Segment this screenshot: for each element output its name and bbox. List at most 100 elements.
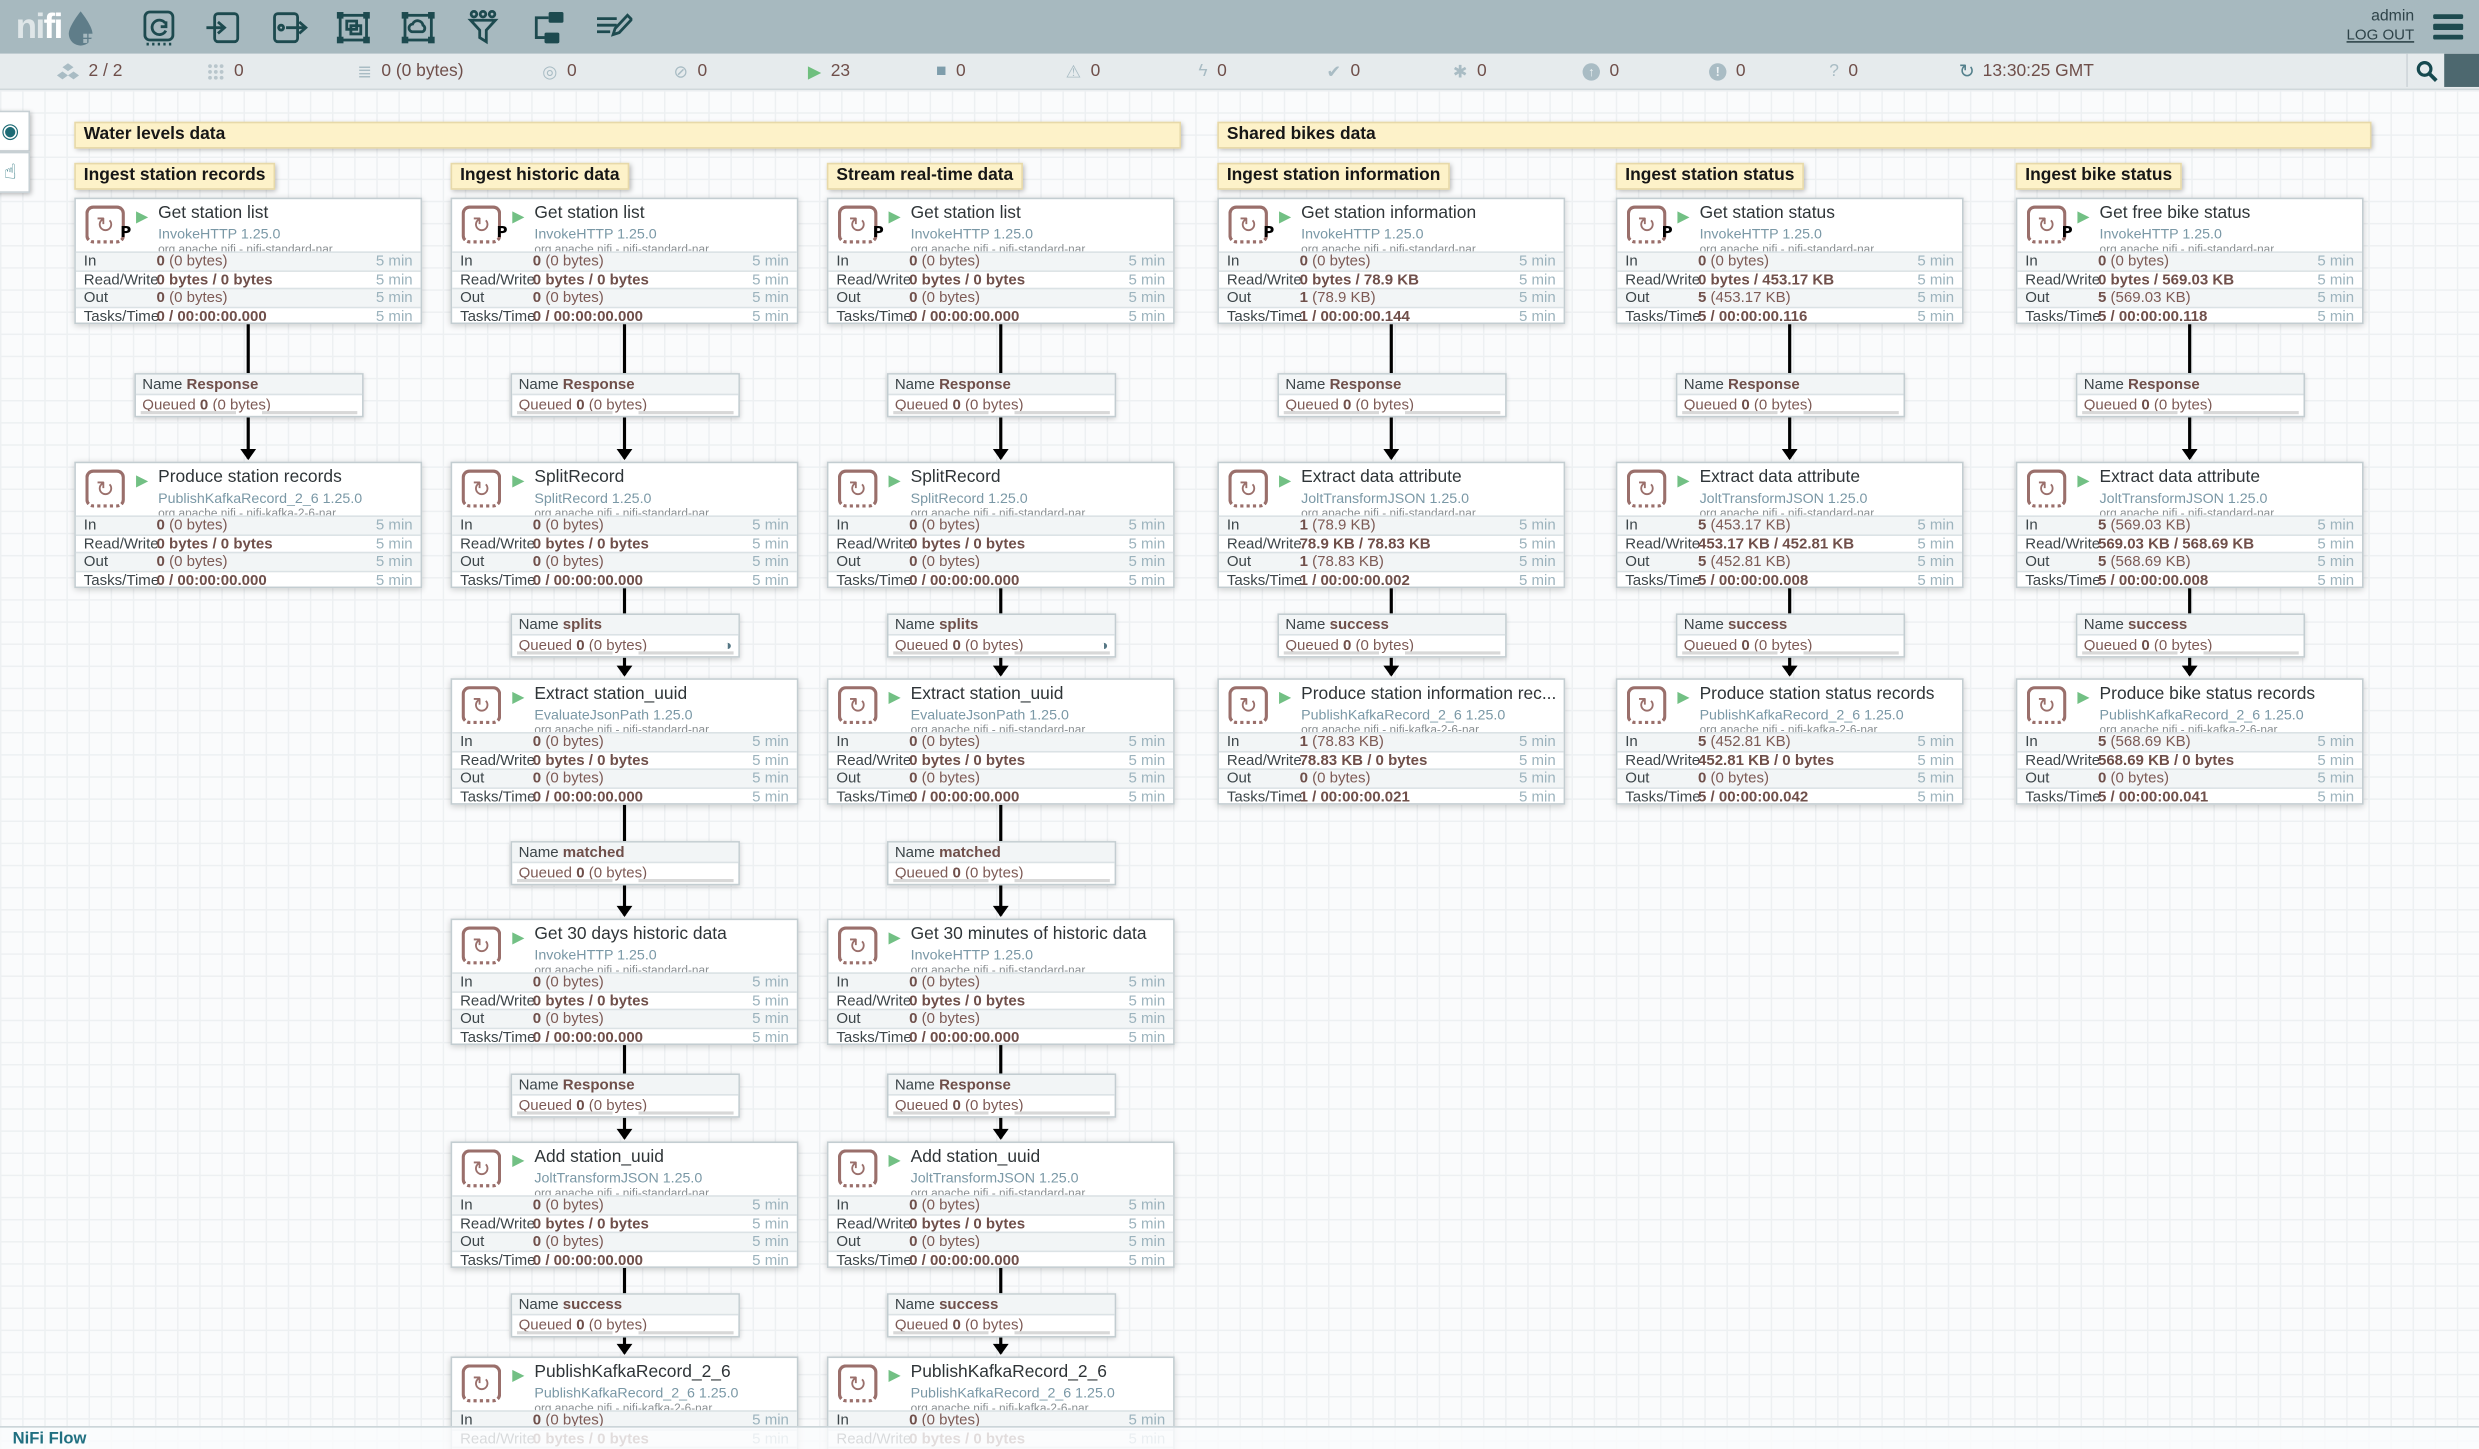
logout-link[interactable]: LOG OUT [2347,27,2415,47]
processor-node[interactable]: ↻▶Get 30 days historic dataInvokeHTTP 1.… [451,919,799,1045]
stat-value: 1 / 00:00:00.002 [1300,572,1410,591]
stat-value: 569.03 KB / 568.69 KB [2098,535,2254,554]
processor-node[interactable]: ↻▶Extract data attributeJoltTransformJSO… [1217,462,1565,588]
column-label[interactable]: Ingest station records [74,163,275,190]
processor-node[interactable]: ↻P▶Get free bike statusInvokeHTTP 1.25.0… [2016,198,2364,324]
stat-row: Read/Write0 bytes / 0 bytes 5 min [76,534,421,552]
processor-header: ↻P▶Get station listInvokeHTTP 1.25.0org.… [76,199,421,251]
remote-process-group-toolbar-icon[interactable] [397,6,438,47]
stat-window: 5 min [1519,517,1556,536]
processor-node[interactable]: ↻P▶Get station informationInvokeHTTP 1.2… [1217,198,1565,324]
funnel-toolbar-icon[interactable] [462,6,503,47]
connection-label[interactable]: Name successQueued 0 (0 bytes) [511,1293,740,1337]
stat-value: 0 bytes / 569.03 KB [2098,271,2234,290]
stat-value: 0 (0 bytes) [909,290,980,309]
processor-node[interactable]: ↻P▶Get station statusInvokeHTTP 1.25.0or… [1616,198,1964,324]
operate-palette-toggle[interactable]: ☝ [0,152,30,193]
connection-label[interactable]: Name splitsQueued 0 (0 bytes)◑ [511,613,740,657]
stat-window: 5 min [1128,308,1165,327]
stat-row: In5 (453.17 KB)5 min [1617,515,1962,533]
connection-label[interactable]: Name matchedQueued 0 (0 bytes) [511,841,740,885]
stat-label: Tasks/Time [1227,572,1302,591]
processor-node[interactable]: ↻▶Extract station_uuidEvaluateJsonPath 1… [451,678,799,804]
breadcrumb-bar: NiFi Flow [0,1426,2479,1449]
connection-label[interactable]: Name ResponseQueued 0 (0 bytes) [1277,373,1506,417]
connection-label[interactable]: Name successQueued 0 (0 bytes) [887,1293,1116,1337]
processor-node[interactable]: ↻▶SplitRecordSplitRecord 1.25.0org.apach… [451,462,799,588]
processor-node[interactable]: ↻P▶Get station listInvokeHTTP 1.25.0org.… [827,198,1175,324]
stat-row: Tasks/Time0 / 00:00:00.000 5 min [452,571,797,589]
stat-row: Read/Write0 bytes / 0 bytes 5 min [828,270,1173,288]
flow-canvas[interactable]: ◉ ☝ Water levels data Shared bikes data In… [0,90,2479,1449]
stat-window: 5 min [752,554,789,573]
stat-window: 5 min [752,752,789,771]
status-corner-button[interactable] [2444,54,2479,87]
processor-node[interactable]: ↻P▶Get station listInvokeHTTP 1.25.0org.… [74,198,422,324]
cluster-icon [57,62,79,79]
processor-node[interactable]: ↻▶Add station_uuidJoltTransformJSON 1.25… [451,1141,799,1267]
connection-label[interactable]: Name ResponseQueued 0 (0 bytes) [887,1073,1116,1117]
processor-node[interactable]: ↻▶Extract data attributeJoltTransformJSO… [2016,462,2364,588]
processor-node[interactable]: ↻▶SplitRecordSplitRecord 1.25.0org.apach… [827,462,1175,588]
column-label[interactable]: Ingest station status [1616,163,1804,190]
connection-label[interactable]: Name splitsQueued 0 (0 bytes)◑ [887,613,1116,657]
stat-window: 5 min [752,1234,789,1253]
connection-label[interactable]: Name ResponseQueued 0 (0 bytes) [134,373,363,417]
breadcrumb-root[interactable]: NiFi Flow [13,1429,87,1448]
stat-label: Out [460,1234,484,1253]
connection-label[interactable]: Name successQueued 0 (0 bytes) [2076,613,2305,657]
processor-node[interactable]: ↻▶Extract station_uuidEvaluateJsonPath 1… [827,678,1175,804]
connection-label[interactable]: Name ResponseQueued 0 (0 bytes) [1676,373,1905,417]
stat-label: Out [1625,554,1649,573]
stat-label: In [2025,734,2038,753]
label-toolbar-icon[interactable] [591,6,632,47]
input-port-toolbar-icon[interactable] [202,6,243,47]
processor-node[interactable]: ↻▶Produce station status recordsPublishK… [1616,678,1964,804]
run-status-icon: ▶ [136,474,148,490]
connection-label[interactable]: Name ResponseQueued 0 (0 bytes) [511,1073,740,1117]
run-status-icon: ▶ [2077,210,2089,226]
processor-node[interactable]: ↻▶Produce station information rec...Publ… [1217,678,1565,804]
processor-node[interactable]: ↻P▶Get station listInvokeHTTP 1.25.0org.… [451,198,799,324]
processor-header: ↻▶Get 30 days historic dataInvokeHTTP 1.… [452,920,797,972]
processor-node[interactable]: ↻▶Produce bike status recordsPublishKafk… [2016,678,2364,804]
group-label[interactable]: Shared bikes data [1217,122,2371,149]
processor-header: ↻▶Extract data attributeJoltTransformJSO… [1219,463,1564,515]
stat-row: Read/Write78.9 KB / 78.83 KB 5 min [1219,534,1564,552]
stat-row: Out0 (0 bytes)5 min [452,769,797,787]
stat-window: 5 min [1519,734,1556,753]
connection-label[interactable]: Name matchedQueued 0 (0 bytes) [887,841,1116,885]
run-status-icon: ▶ [1677,210,1689,226]
processor-name: Get station list [911,204,1169,224]
processor-node[interactable]: ↻▶Get 30 minutes of historic dataInvokeH… [827,919,1175,1045]
connection-label[interactable]: Name ResponseQueued 0 (0 bytes) [887,373,1116,417]
template-toolbar-icon[interactable] [526,6,567,47]
stat-label: In [1625,517,1638,536]
output-port-toolbar-icon[interactable] [267,6,308,47]
search-button[interactable] [2406,54,2444,87]
processor-node[interactable]: ↻▶Extract data attributeJoltTransformJSO… [1616,462,1964,588]
connection-label[interactable]: Name successQueued 0 (0 bytes) [1277,613,1506,657]
processor-toolbar-icon[interactable] [138,6,179,47]
stat-value: 0 (0 bytes) [909,1234,980,1253]
process-group-toolbar-icon[interactable] [332,6,373,47]
column-label[interactable]: Ingest historic data [451,163,629,190]
stat-row: In0 (0 bytes)5 min [452,732,797,750]
connection-label[interactable]: Name ResponseQueued 0 (0 bytes) [511,373,740,417]
stat-window: 5 min [1917,789,1954,808]
processor-type: PublishKafkaRecord_2_6 1.25.0 [1301,706,1559,722]
component-toolbar [138,6,633,47]
status-item-value: 0 [1091,62,1101,81]
refresh-icon[interactable]: ↻ [1959,60,1975,82]
processor-node[interactable]: ↻▶Add station_uuidJoltTransformJSON 1.25… [827,1141,1175,1267]
group-label[interactable]: Water levels data [74,122,1181,149]
column-label[interactable]: Ingest station information [1217,163,1450,190]
global-menu-icon[interactable] [2430,11,2466,43]
processor-node[interactable]: ↻▶Produce station recordsPublishKafkaRec… [74,462,422,588]
connection-label[interactable]: Name ResponseQueued 0 (0 bytes) [2076,373,2305,417]
column-label[interactable]: Stream real-time data [827,163,1023,190]
load-balance-icon: ◑ [723,637,732,654]
connection-label[interactable]: Name successQueued 0 (0 bytes) [1676,613,1905,657]
column-label[interactable]: Ingest bike status [2016,163,2182,190]
navigate-palette-toggle[interactable]: ◉ [0,111,30,152]
